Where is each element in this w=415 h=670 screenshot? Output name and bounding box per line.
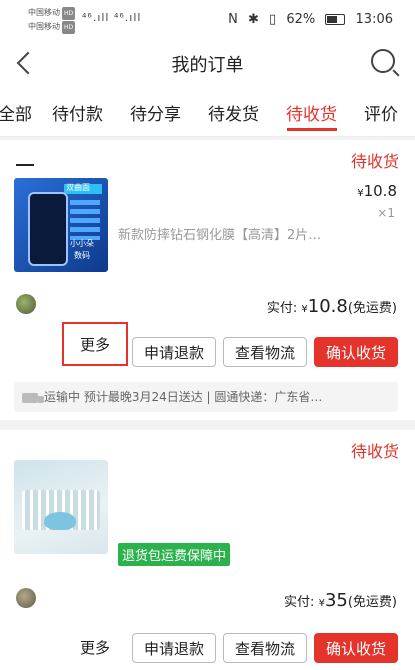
truck-icon [22, 392, 44, 403]
search-icon[interactable] [371, 49, 395, 73]
order-status: 待收货 [350, 442, 399, 461]
view-logistics-button[interactable]: 查看物流 [223, 337, 307, 367]
avatar [16, 294, 36, 314]
order-card: 待收货 双曲面 小小朵 数码 ¥10.8 ×1 新款防摔钻石钢化膜【高清】2片…… [0, 140, 415, 420]
carrier-1: 中国移动 [28, 8, 60, 17]
order-status: 待收货 [350, 152, 399, 171]
product-image[interactable] [14, 460, 108, 554]
feature-lines [70, 200, 100, 240]
image-caption-1: 小小朵 [70, 239, 94, 248]
confirm-receipt-button[interactable]: 确认收货 [314, 337, 398, 367]
paid-amount: 实付: ¥10.8(免运费) [267, 296, 397, 317]
tab-pending-receipt[interactable]: 待收货 [286, 100, 337, 125]
price-value: 10.8 [363, 182, 397, 200]
tab-pending-payment[interactable]: 待付款 [52, 100, 103, 125]
battery-percent: 62% [286, 12, 316, 27]
phone-graphic [28, 192, 68, 266]
nfc-icon: N [228, 12, 238, 27]
more-button[interactable]: 更多 [66, 330, 124, 360]
clock: 13:06 [355, 12, 393, 27]
confirm-receipt-button[interactable]: 确认收货 [314, 633, 398, 663]
paid-amount: 实付: ¥35(免运费) [284, 590, 397, 611]
image-caption-top: 双曲面 [66, 183, 90, 192]
tab-pending-share[interactable]: 待分享 [130, 100, 181, 125]
bluetooth-icon: ✱ [248, 12, 259, 27]
refund-button[interactable]: 申请退款 [132, 633, 216, 663]
battery-icon [325, 14, 346, 25]
tab-pending-shipment[interactable]: 待发货 [208, 100, 259, 125]
paid-value: 10.8 [307, 296, 348, 317]
hd-badge: HD [62, 7, 76, 20]
carrier-info: 中国移动 HD 中国移动 HD [28, 6, 76, 34]
paid-value: 35 [324, 590, 348, 611]
return-shipping-badge: 退货包运费保障中 [118, 543, 231, 566]
image-caption-2: 数码 [74, 251, 90, 260]
paid-label: 实付: [266, 301, 298, 316]
order-card: 待收货 退货包运费保障中 实付: ¥35(免运费) 更多 申请退款 查看物流 确… [0, 430, 415, 670]
refund-button[interactable]: 申请退款 [132, 337, 216, 367]
signal-icon: ⁴⁶.ıll ⁴⁶.ıll [82, 11, 142, 24]
paid-label: 实付: [284, 595, 315, 610]
shop-name-placeholder [16, 164, 34, 166]
quantity: ×1 [377, 206, 395, 220]
vibrate-icon: ▯ [269, 12, 277, 27]
unit-price: ¥10.8 [357, 182, 397, 200]
shipping-note: (免运费) [347, 301, 397, 316]
page-title: 我的订单 [171, 55, 244, 76]
carrier-2: 中国移动 [28, 22, 60, 31]
product-name[interactable]: 新款防摔钻石钢化膜【高清】2片… [118, 224, 358, 243]
header: 我的订单 [0, 40, 415, 86]
logistics-text: 运输中 预计最晚3月24日送达 | 圆通快递：广东省… [44, 390, 323, 404]
shipping-note: (免运费) [347, 595, 397, 610]
status-bar: 中国移动 HD 中国移动 HD ⁴⁶.ıll ⁴⁶.ıll N ✱ ▯ 62% 13… [0, 0, 415, 40]
status-icons: N ✱ ▯ 62% 13:06 [222, 12, 393, 27]
active-tab-indicator [287, 128, 337, 131]
order-tabs: 全部 待付款 待分享 待发货 待收货 评价 [0, 86, 415, 137]
tab-all[interactable]: 全部 [0, 100, 32, 125]
logistics-info[interactable]: 运输中 预计最晚3月24日送达 | 圆通快递：广东省… [14, 382, 398, 412]
bird-graphic [44, 512, 76, 530]
product-image[interactable]: 双曲面 小小朵 数码 [14, 178, 108, 272]
tab-review[interactable]: 评价 [364, 100, 398, 125]
view-logistics-button[interactable]: 查看物流 [223, 633, 307, 663]
more-button[interactable]: 更多 [66, 633, 124, 663]
hd-badge: HD [62, 21, 76, 34]
avatar [16, 588, 36, 608]
